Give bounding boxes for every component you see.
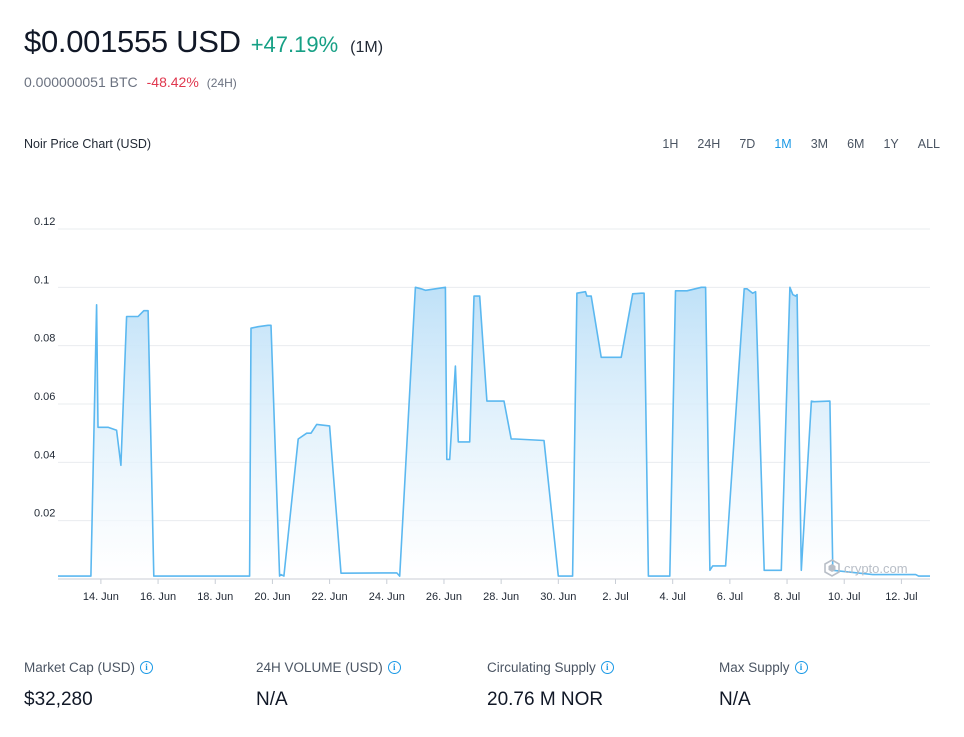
x-tick-label: 26. Jun	[426, 591, 462, 603]
y-tick-label: 0.08	[34, 333, 55, 345]
info-icon[interactable]: i	[140, 661, 154, 674]
stat-value: 20.76 M NOR	[487, 689, 604, 710]
y-tick-label: 0.1	[34, 274, 49, 286]
stat-label: 24H VOLUME (USD)	[256, 660, 383, 675]
stat-value: $32,280	[24, 689, 93, 710]
x-tick-label: 24. Jun	[369, 591, 405, 603]
x-tick-label: 16. Jun	[140, 591, 176, 603]
info-icon[interactable]: i	[600, 661, 614, 674]
stat-value: N/A	[719, 689, 751, 710]
y-tick-label: 0.02	[34, 508, 55, 520]
x-tick-label: 2. Jul	[602, 591, 628, 603]
x-tick-label: 28. Jun	[483, 591, 519, 603]
stat-market-cap: Market Cap (USD) i $32,280	[24, 660, 244, 711]
info-icon[interactable]: i	[794, 661, 808, 674]
x-tick-label: 10. Jul	[828, 591, 860, 603]
y-tick-label: 0.06	[34, 391, 55, 403]
y-tick-label: 0.12	[34, 216, 55, 228]
x-tick-label: 4. Jul	[660, 591, 686, 603]
x-tick-label: 14. Jun	[83, 591, 119, 603]
stat-max-supply: Max Supply i N/A	[719, 660, 939, 711]
x-tick-label: 22. Jun	[312, 591, 348, 603]
x-tick-label: 18. Jun	[197, 591, 233, 603]
stat-label: Max Supply	[719, 660, 790, 675]
stat-24h-volume: 24H VOLUME (USD) i N/A	[256, 660, 476, 711]
info-icon[interactable]: i	[387, 661, 401, 674]
price-chart[interactable]: crypto.com 0.02 0.04 0.06 0.08 0.1 0.12 14. Ju…	[0, 0, 964, 620]
stat-value: N/A	[256, 689, 288, 710]
stat-label: Market Cap (USD)	[24, 660, 136, 675]
y-tick-label: 0.04	[34, 449, 55, 461]
x-tick-label: 6. Jul	[717, 591, 743, 603]
stat-circulating-supply: Circulating Supply i 20.76 M NOR	[487, 660, 707, 711]
watermark-text: crypto.com	[844, 561, 908, 576]
x-tick-label: 20. Jun	[254, 591, 290, 603]
x-tick-label: 30. Jun	[540, 591, 576, 603]
x-tick-label: 8. Jul	[774, 591, 800, 603]
stat-label: Circulating Supply	[487, 660, 596, 675]
crypto-com-watermark: crypto.com	[824, 559, 908, 577]
chart-area	[58, 286, 930, 579]
x-tick-label: 12. Jul	[885, 591, 917, 603]
